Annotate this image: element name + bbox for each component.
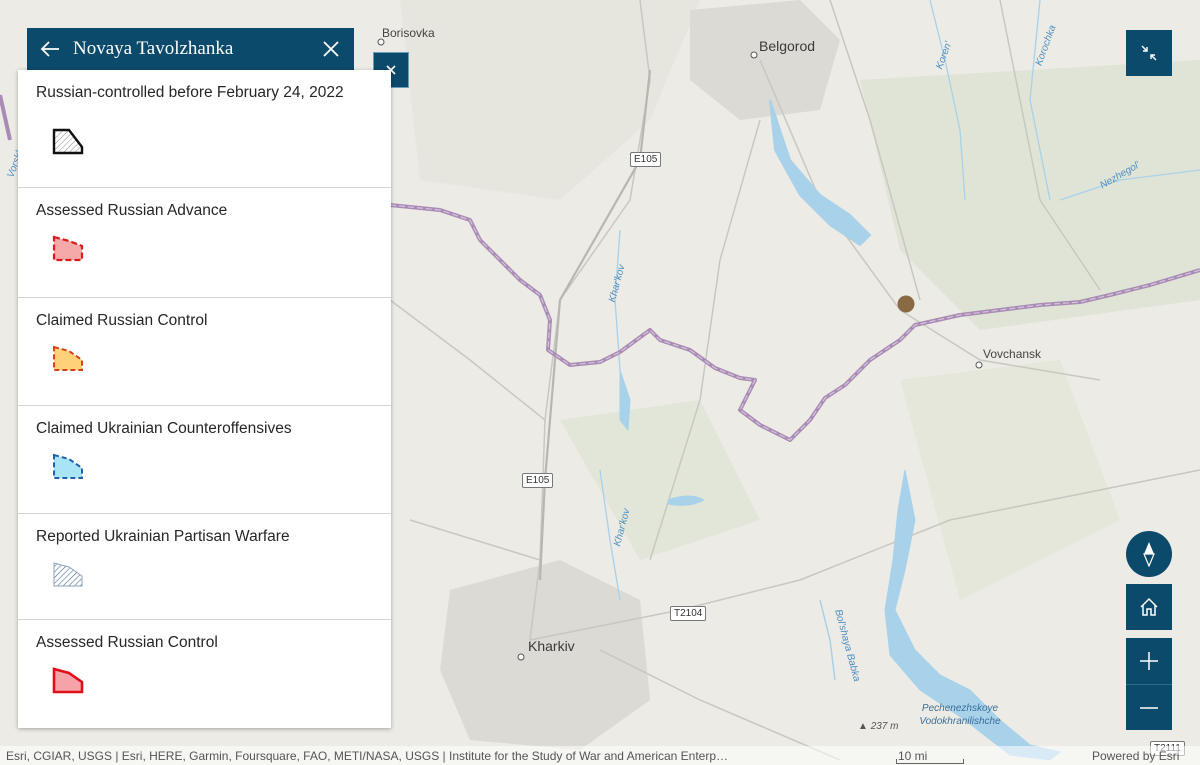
place-label-belgorod: Belgorod (759, 38, 816, 54)
scale-bar (896, 759, 964, 764)
reservoir-label-line2: Vodokhranilishche (919, 716, 1001, 727)
place-label-vovchansk: Vovchansk (983, 347, 1042, 361)
back-button[interactable] (27, 28, 73, 70)
road-shield-e105-south: E105 (522, 473, 554, 488)
legend-label: Claimed Ukrainian Counteroffensives (36, 420, 292, 437)
home-icon (1140, 597, 1158, 616)
legend-panel: Russian-controlled before February 24, 2… (18, 70, 391, 728)
reservoir-label: Pechenezhskoye Vodokhranilishche (905, 702, 1015, 728)
legend-item: Claimed Ukrainian Counteroffensives (18, 406, 391, 514)
city-dot-vovchansk (975, 361, 983, 369)
plus-icon (1140, 652, 1158, 670)
legend-label: Reported Ukrainian Partisan Warfare (36, 528, 290, 545)
orange-dashed-polygon-symbol (53, 345, 83, 371)
close-panel-button[interactable] (308, 28, 354, 70)
place-label-kharkiv: Kharkiv (528, 638, 575, 654)
city-dot-belgorod (750, 51, 758, 59)
reservoir-label-line1: Pechenezhskoye (921, 703, 999, 714)
legend-label: Claimed Russian Control (36, 312, 208, 329)
close-icon (323, 41, 339, 57)
legend-item: Claimed Russian Control (18, 298, 391, 406)
powered-by-esri[interactable]: Powered by Esri (1092, 749, 1179, 763)
road-shield-e105-north: E105 (630, 152, 662, 167)
road-shield-t2104: T2104 (670, 606, 707, 621)
arrow-left-icon (40, 41, 59, 57)
black-hatched-polygon-symbol (52, 128, 84, 155)
minus-icon (1140, 706, 1158, 709)
red-solid-polygon-symbol (52, 667, 84, 694)
attribution-text[interactable]: Esri, CGIAR, USGS | Esri, HERE, Garmin, … (6, 749, 728, 763)
feature-panel-header: Novaya Tavolzhanka (27, 28, 354, 70)
elevation-label: ▲ 237 m (858, 721, 899, 732)
legend-item: Reported Ukrainian Partisan Warfare (18, 514, 391, 620)
blue-hatched-polygon-symbol (53, 562, 83, 587)
zoom-out-button[interactable] (1126, 684, 1172, 730)
location-marker[interactable] (897, 295, 915, 313)
compass-icon (1143, 542, 1155, 567)
zoom-in-button[interactable] (1126, 638, 1172, 684)
collapse-arrows-icon (1141, 45, 1157, 61)
panel-title: Novaya Tavolzhanka (73, 38, 234, 59)
city-dot-kharkiv (517, 653, 525, 661)
collapse-map-button[interactable] (1126, 30, 1172, 76)
blue-dashed-polygon-symbol (53, 453, 83, 479)
legend-item: Assessed Russian Control (18, 620, 391, 728)
red-dashed-polygon-symbol (52, 235, 84, 262)
legend-label: Assessed Russian Advance (36, 202, 228, 219)
place-label-borisovka: Borisovka (382, 26, 435, 40)
legend-item: Assessed Russian Advance (18, 188, 391, 298)
legend-label: Russian-controlled before February 24, 2… (36, 84, 344, 101)
home-button[interactable] (1126, 584, 1172, 630)
attribution-bar: Esri, CGIAR, USGS | Esri, HERE, Garmin, … (0, 746, 1200, 765)
compass-button[interactable] (1126, 531, 1172, 577)
legend-item: Russian-controlled before February 24, 2… (18, 70, 391, 188)
legend-label: Assessed Russian Control (36, 634, 218, 651)
